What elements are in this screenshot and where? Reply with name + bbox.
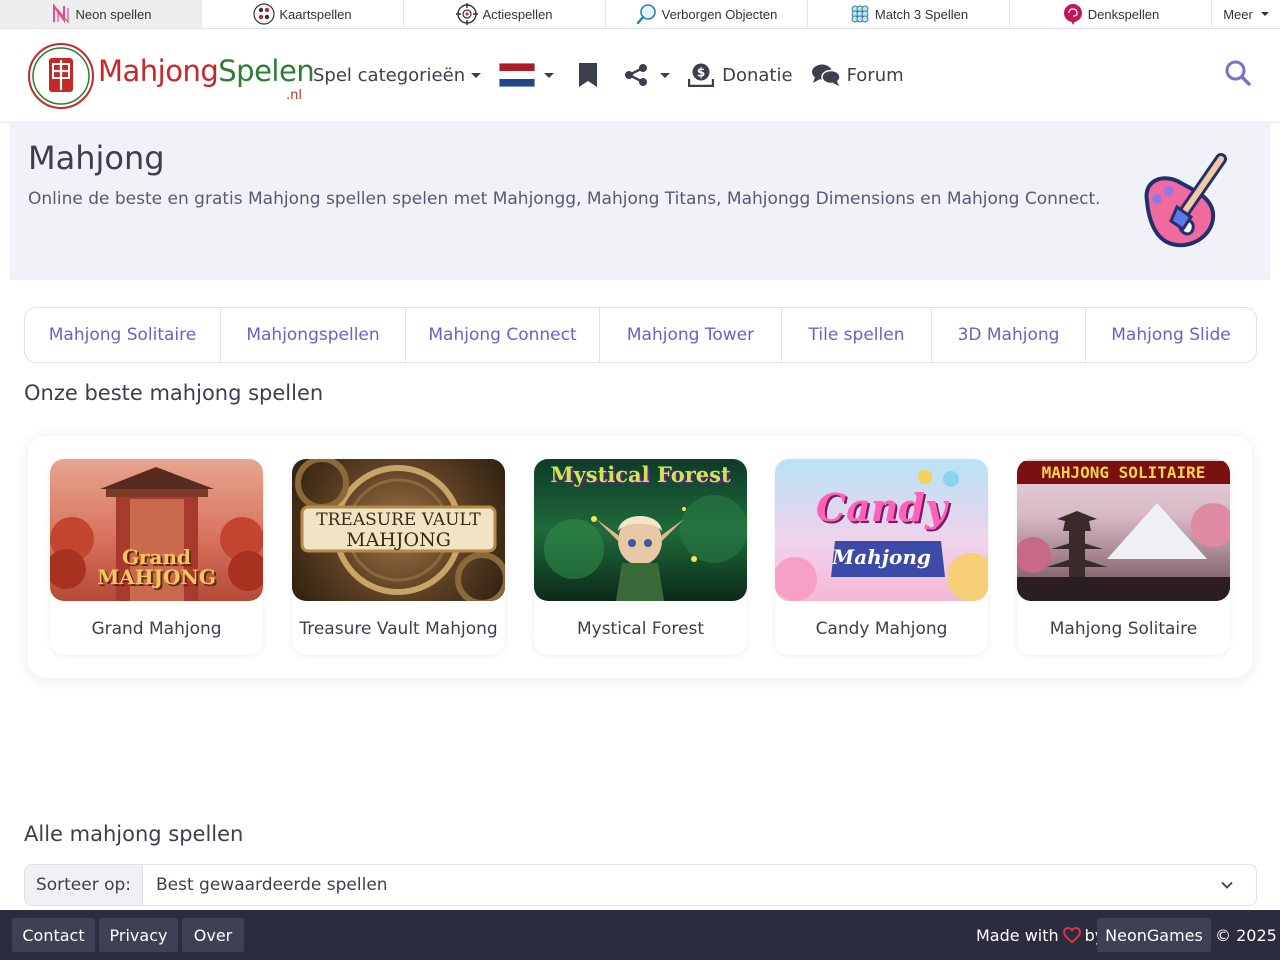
- footer-link-contact[interactable]: Contact: [12, 918, 95, 952]
- network-link-label: Denkspellen: [1087, 6, 1160, 22]
- tab-tile-spellen[interactable]: Tile spellen: [782, 308, 932, 362]
- thumbnail-line-2: MAHJONG: [346, 529, 451, 551]
- thumbnail-line-1: Candy: [815, 485, 948, 530]
- site-footer: Contact Privacy Over Made with by NeonGa…: [0, 910, 1280, 960]
- network-link-label: Neon spellen: [75, 6, 152, 22]
- mahjong-tile-logo-icon: [28, 43, 94, 109]
- chevron-down-icon: [1221, 881, 1233, 889]
- game-thumbnail: MAHJONG SOLITAIRE: [1017, 459, 1230, 601]
- category-hero: Mahjong Online de beste en gratis Mahjon…: [10, 121, 1270, 280]
- game-card-treasure-vault-mahjong[interactable]: TREASURE VAULT MAHJONG Treasure Vault Ma…: [292, 459, 505, 655]
- chevron-down-icon: [544, 72, 555, 78]
- network-link-verborgen-objecten[interactable]: Verborgen Objecten: [606, 0, 808, 28]
- game-card-candy-mahjong[interactable]: Candy Mahjong Candy Mahjong: [775, 459, 988, 655]
- donate-icon: $: [688, 63, 715, 87]
- network-link-label: Kaartspellen: [279, 6, 352, 22]
- tab-mahjong-connect[interactable]: Mahjong Connect: [406, 308, 600, 362]
- game-thumbnail: Candy Mahjong: [775, 459, 988, 601]
- network-bar: Neon spellen Kaartspellen Actiespellen V…: [0, 0, 1280, 29]
- game-title: Candy Mahjong: [815, 619, 948, 639]
- bookmark-button[interactable]: [578, 62, 598, 88]
- tab-mahjong-solitaire[interactable]: Mahjong Solitaire: [25, 308, 221, 362]
- sort-select[interactable]: Best gewaardeerde spellen: [143, 865, 1256, 905]
- cards-icon: [253, 3, 275, 25]
- language-dropdown[interactable]: [499, 63, 555, 87]
- network-link-kaartspellen[interactable]: Kaartspellen: [202, 0, 404, 28]
- logo-tld: .nl: [286, 88, 302, 103]
- game-title: Mahjong Solitaire: [1049, 619, 1198, 639]
- forum-label: Forum: [846, 64, 904, 86]
- site-logo[interactable]: MahjongSpelen .nl: [28, 42, 315, 110]
- game-thumbnail: TREASURE VAULT MAHJONG: [292, 459, 505, 601]
- match3-icon: [849, 3, 871, 25]
- copyright: © 2025: [1215, 925, 1277, 945]
- game-card-grand-mahjong[interactable]: Grand MAHJONG Grand Mahjong: [50, 459, 263, 655]
- magnifier-icon: [636, 3, 658, 25]
- tab-mahjong-slide[interactable]: Mahjong Slide: [1086, 308, 1256, 362]
- tab-3d-mahjong[interactable]: 3D Mahjong: [932, 308, 1086, 362]
- network-more-label: Meer: [1223, 6, 1253, 22]
- network-link-label: Verborgen Objecten: [661, 6, 778, 22]
- footer-link-over[interactable]: Over: [182, 918, 244, 952]
- all-games-heading: Alle mahjong spellen: [24, 822, 244, 846]
- network-link-neon-spellen[interactable]: Neon spellen: [0, 0, 202, 28]
- categories-dropdown[interactable]: Spel categorieën: [313, 64, 482, 86]
- donate-link[interactable]: $ Donatie: [688, 63, 793, 87]
- brain-icon: [1062, 3, 1084, 25]
- comments-icon: [811, 64, 841, 86]
- donate-label: Donatie: [722, 64, 793, 86]
- made-with-label: Made with: [976, 925, 1059, 945]
- thumbnail-line-2: Mahjong: [832, 545, 931, 569]
- categories-label: Spel categorieën: [313, 64, 466, 86]
- neon-n-icon: [50, 3, 72, 25]
- thumbnail-line-1: MAHJONG SOLITAIRE: [1017, 461, 1230, 484]
- network-link-label: Actiespellen: [482, 6, 553, 22]
- tab-mahjongspellen[interactable]: Mahjongspellen: [221, 308, 406, 362]
- share-dropdown[interactable]: [624, 63, 671, 87]
- made-with-text: Made with by: [976, 918, 1104, 952]
- site-header: MahjongSpelen .nl Spel categorieën $ Don…: [0, 29, 1280, 121]
- game-thumbnail: Mystical Forest: [534, 459, 747, 601]
- game-title: Treasure Vault Mahjong: [299, 619, 498, 639]
- game-card-mahjong-solitaire[interactable]: MAHJONG SOLITAIRE Mahjong Solitaire: [1017, 459, 1230, 655]
- network-more-dropdown[interactable]: Meer: [1212, 0, 1280, 28]
- search-icon: [1225, 60, 1251, 86]
- search-button[interactable]: [1224, 59, 1252, 87]
- bookmark-icon: [579, 63, 598, 87]
- share-icon: [625, 64, 648, 86]
- network-link-denkspellen[interactable]: Denkspellen: [1010, 0, 1212, 28]
- network-link-actiespellen[interactable]: Actiespellen: [404, 0, 606, 28]
- network-link-label: Match 3 Spellen: [874, 6, 969, 22]
- game-title: Grand Mahjong: [91, 619, 222, 639]
- main-nav: Spel categorieën $ Donatie Forum: [313, 29, 922, 121]
- page-title: Mahjong: [28, 139, 165, 177]
- heart-icon: [1062, 927, 1081, 943]
- best-games-heading: Onze beste mahjong spellen: [24, 381, 324, 405]
- sort-control: Sorteer op: Best gewaardeerde spellen: [24, 864, 1257, 906]
- footer-brand-link[interactable]: NeonGames: [1097, 918, 1211, 952]
- forum-link[interactable]: Forum: [811, 63, 904, 87]
- game-thumbnail: Grand MAHJONG: [50, 459, 263, 601]
- footer-link-privacy[interactable]: Privacy: [99, 918, 178, 952]
- paint-palette-icon: [1135, 151, 1235, 251]
- sort-label: Sorteer op:: [25, 865, 143, 905]
- page-description: Online de beste en gratis Mahjong spelle…: [28, 189, 1101, 209]
- best-games-panel: Grand MAHJONG Grand Mahjong TREASURE VAU…: [28, 436, 1252, 678]
- thumbnail-line-2: MAHJONG: [97, 565, 216, 589]
- svg-text:$: $: [697, 66, 705, 80]
- logo-wordmark: MahjongSpelen: [98, 54, 315, 88]
- thumbnail-line-1: Mystical Forest: [550, 462, 731, 487]
- chevron-down-icon: [660, 72, 671, 78]
- thumbnail-line-1: TREASURE VAULT: [316, 510, 481, 530]
- crosshair-icon: [456, 3, 479, 25]
- tab-mahjong-tower[interactable]: Mahjong Tower: [600, 308, 782, 362]
- game-card-mystical-forest[interactable]: Mystical Forest Mystical Forest: [534, 459, 747, 655]
- game-title: Mystical Forest: [576, 619, 705, 639]
- chevron-down-icon: [471, 72, 482, 78]
- category-tabs: Mahjong Solitaire Mahjongspellen Mahjong…: [24, 307, 1257, 363]
- sort-selected-value: Best gewaardeerde spellen: [156, 875, 388, 895]
- chevron-down-icon: [1260, 12, 1269, 16]
- network-link-match-3[interactable]: Match 3 Spellen: [808, 0, 1010, 28]
- flag-nl-icon: [499, 63, 536, 87]
